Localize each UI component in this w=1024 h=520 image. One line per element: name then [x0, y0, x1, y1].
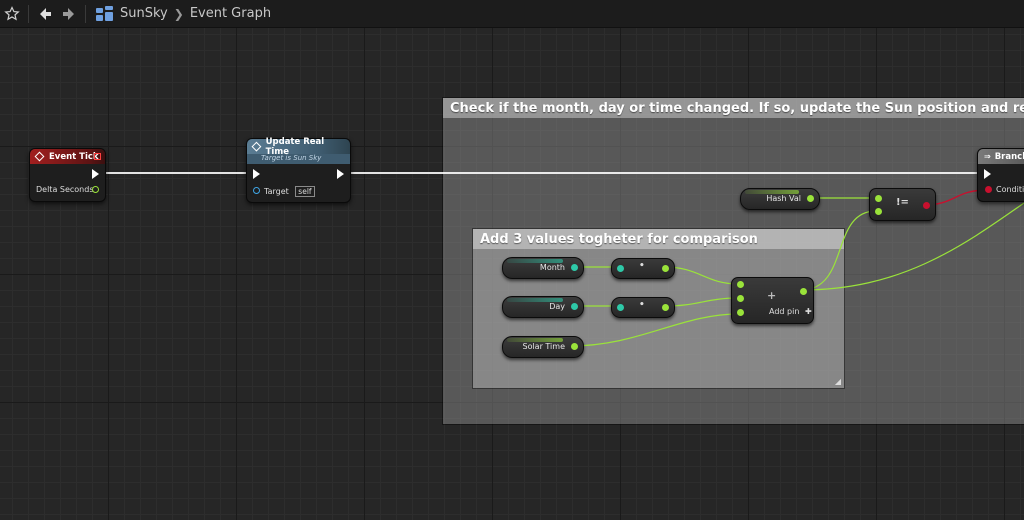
variable-label: Month	[539, 263, 565, 272]
variable-label: Hash Val	[766, 194, 801, 203]
favorite-star-icon[interactable]	[0, 2, 24, 26]
day-variable-node[interactable]: Day	[502, 296, 584, 318]
int-out-pin[interactable]	[571, 303, 578, 310]
conversion-dot: •	[639, 261, 645, 271]
float-out-pin[interactable]	[807, 195, 814, 202]
blueprint-graph-icon	[96, 5, 114, 22]
node-header: ⇒ Branch	[978, 149, 1024, 164]
float-in-pin-c[interactable]	[737, 309, 744, 316]
condition-in-pin[interactable]	[985, 186, 992, 193]
float-out-pin[interactable]	[571, 343, 578, 350]
node-title: Branch	[994, 151, 1024, 162]
float-in-pin-b[interactable]	[737, 295, 744, 302]
comment-title: Check if the month, day or time changed.…	[443, 98, 1024, 118]
float-out-pin[interactable]	[92, 186, 99, 193]
target-in-pin[interactable]	[253, 187, 260, 194]
node-header: Event Tick	[30, 149, 105, 164]
update-real-time-node[interactable]: Update Real Time Target is Sun Sky Targe…	[246, 137, 351, 203]
node-header: Update Real Time	[247, 137, 350, 157]
int-in-pin[interactable]	[617, 304, 624, 311]
toolbar-divider	[85, 4, 86, 23]
target-self-value[interactable]: self	[295, 186, 315, 197]
int-to-float-conversion-node-day[interactable]: •	[611, 297, 675, 318]
branch-icon: ⇒	[984, 152, 991, 161]
add-symbol: +	[767, 289, 777, 302]
back-arrow-icon[interactable]	[33, 2, 57, 26]
pin-label-condition: Condition	[996, 185, 1024, 194]
add-pin-label: Add pin	[769, 307, 800, 316]
blueprint-graph-canvas[interactable]: Check if the month, day or time changed.…	[0, 28, 1024, 520]
pin-label-target-text: Target	[264, 187, 289, 196]
solar-time-variable-node[interactable]: Solar Time	[502, 336, 584, 358]
float-in-pin-a[interactable]	[737, 281, 744, 288]
not-equal-node[interactable]: !=	[869, 188, 936, 221]
event-tick-node[interactable]: Event Tick Delta Seconds	[29, 148, 106, 202]
hash-val-variable-node[interactable]: Hash Val	[740, 188, 820, 210]
pin-label-target: Target self	[264, 186, 315, 197]
exec-out-pin[interactable]	[337, 169, 344, 179]
function-icon	[251, 141, 262, 152]
comment-title: Add 3 values togheter for comparison	[473, 229, 844, 249]
breadcrumb: SunSky ❯ Event Graph	[120, 6, 271, 21]
breadcrumb-graph[interactable]: Event Graph	[190, 6, 271, 21]
breadcrumb-blueprint[interactable]: SunSky	[120, 6, 168, 21]
add-pin-plus-icon: ✚	[804, 307, 812, 316]
breadcrumb-chevron-icon: ❯	[173, 6, 184, 21]
not-equal-symbol: !=	[896, 197, 909, 208]
exec-in-pin[interactable]	[253, 169, 260, 179]
int-to-float-conversion-node-month[interactable]: •	[611, 258, 675, 279]
add-node[interactable]: + Add pin ✚	[731, 277, 814, 324]
variable-label: Day	[549, 302, 565, 311]
graph-toolbar: SunSky ❯ Event Graph	[0, 0, 1024, 28]
float-out-pin[interactable]	[662, 265, 669, 272]
event-icon	[34, 151, 45, 162]
float-in-pin-a[interactable]	[875, 195, 882, 202]
add-pin-button[interactable]: Add pin ✚	[769, 307, 812, 316]
resize-grip-icon[interactable]: ◢	[835, 377, 841, 386]
conversion-dot: •	[639, 300, 645, 310]
int-in-pin[interactable]	[617, 265, 624, 272]
node-title: Event Tick	[49, 151, 99, 162]
branch-node[interactable]: ⇒ Branch Condition	[977, 148, 1024, 202]
variable-label: Solar Time	[522, 342, 565, 351]
exec-in-pin[interactable]	[984, 169, 991, 179]
bool-out-pin[interactable]	[923, 202, 930, 209]
month-variable-node[interactable]: Month	[502, 257, 584, 279]
float-out-pin[interactable]	[662, 304, 669, 311]
pin-label-delta-seconds: Delta Seconds	[36, 185, 94, 194]
toolbar-divider	[28, 4, 29, 23]
forward-arrow-icon[interactable]	[57, 2, 81, 26]
delegate-pin-icon[interactable]	[94, 153, 101, 160]
float-out-pin[interactable]	[800, 288, 807, 295]
float-in-pin-b[interactable]	[875, 208, 882, 215]
exec-out-pin[interactable]	[92, 169, 99, 179]
int-out-pin[interactable]	[571, 264, 578, 271]
